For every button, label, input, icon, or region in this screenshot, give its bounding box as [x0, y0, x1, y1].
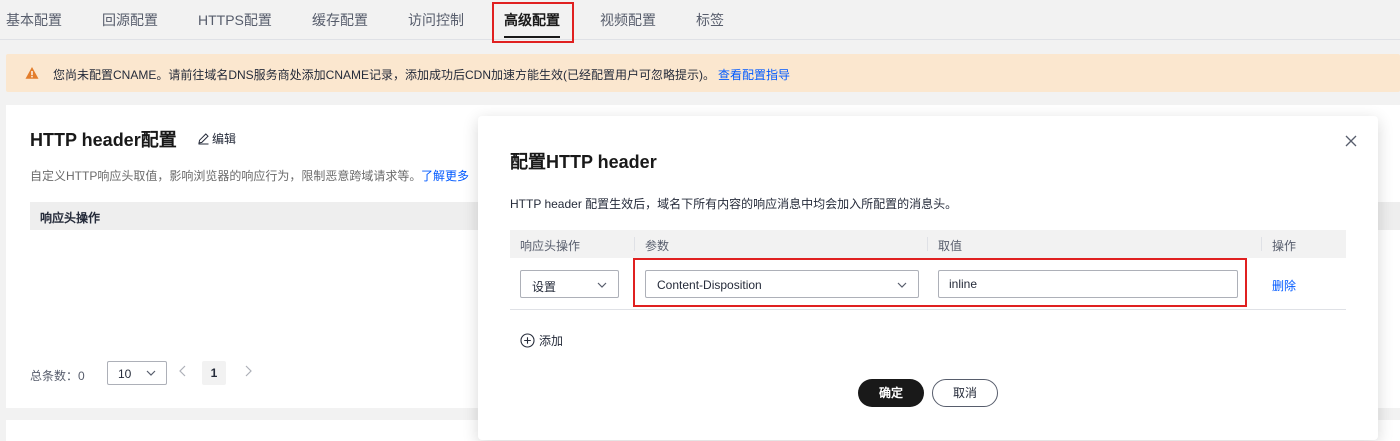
chevron-down-icon: [146, 370, 156, 376]
header-grid-header: 响应头操作 参数 取值 操作: [510, 230, 1346, 258]
add-row-button[interactable]: 添加: [520, 332, 563, 349]
column-header-parameter: 参数: [645, 239, 670, 253]
view-config-guide-link[interactable]: 查看配置指导: [718, 66, 790, 83]
tab-basic-config[interactable]: 基本配置: [6, 10, 62, 30]
tab-https-config[interactable]: HTTPS配置: [198, 10, 272, 30]
warning-icon: [25, 67, 39, 79]
card-description: 自定义HTTP响应头取值，影响浏览器的响应行为，限制恶意跨域请求等。: [30, 169, 422, 183]
prev-page-icon[interactable]: [177, 364, 189, 378]
learn-more-link[interactable]: 了解更多: [421, 167, 469, 184]
delete-row-link[interactable]: 删除: [1272, 277, 1296, 294]
page-size-value: 10: [118, 367, 132, 381]
chevron-down-icon: [597, 282, 607, 288]
dialog-title: 配置HTTP header: [510, 152, 657, 172]
column-header-action: 操作: [1272, 239, 1297, 253]
add-row-label: 添加: [539, 334, 564, 348]
tab-video-config[interactable]: 视频配置: [600, 10, 656, 30]
header-op-column: 响应头操作: [40, 211, 101, 225]
active-tab-highlight-box: [492, 2, 574, 43]
next-page-icon[interactable]: [242, 364, 254, 378]
dialog-description: HTTP header 配置生效后，域名下所有内容的响应消息中均会加入所配置的消…: [510, 197, 958, 211]
pager-total: 总条数：0: [30, 369, 85, 383]
column-divider: [927, 237, 928, 251]
pencil-icon: [198, 133, 209, 145]
page-number-button[interactable]: 1: [202, 361, 226, 385]
edit-label: 编辑: [212, 132, 237, 146]
page-size-select[interactable]: 10: [107, 361, 167, 385]
tab-cache-config[interactable]: 缓存配置: [312, 10, 368, 30]
cancel-button[interactable]: 取消: [932, 379, 998, 407]
tab-access-control[interactable]: 访问控制: [408, 10, 464, 30]
column-divider: [1261, 237, 1262, 251]
cname-warning-notice: 您尚未配置CNAME。请前往域名DNS服务商处添加CNAME记录，添加成功后CD…: [6, 54, 1400, 92]
notice-text: 您尚未配置CNAME。请前往域名DNS服务商处添加CNAME记录，添加成功后CD…: [53, 68, 716, 82]
operation-select-value: 设置: [532, 280, 557, 294]
param-value-highlight-box: [633, 258, 1247, 307]
tab-origin-config[interactable]: 回源配置: [102, 10, 158, 30]
plus-circle-icon: [520, 333, 535, 348]
column-header-operation: 响应头操作: [520, 239, 581, 253]
close-icon[interactable]: [1344, 134, 1358, 148]
tab-tags[interactable]: 标签: [696, 10, 724, 30]
operation-select[interactable]: 设置: [520, 270, 619, 298]
column-header-value: 取值: [938, 239, 963, 253]
edit-button[interactable]: 编辑: [197, 130, 236, 147]
config-tabs: 基本配置 回源配置 HTTPS配置 缓存配置 访问控制 高级配置 视频配置 标签: [0, 0, 1400, 40]
card-title: HTTP header配置: [30, 130, 177, 150]
column-divider: [634, 237, 635, 251]
confirm-button[interactable]: 确定: [858, 379, 924, 407]
